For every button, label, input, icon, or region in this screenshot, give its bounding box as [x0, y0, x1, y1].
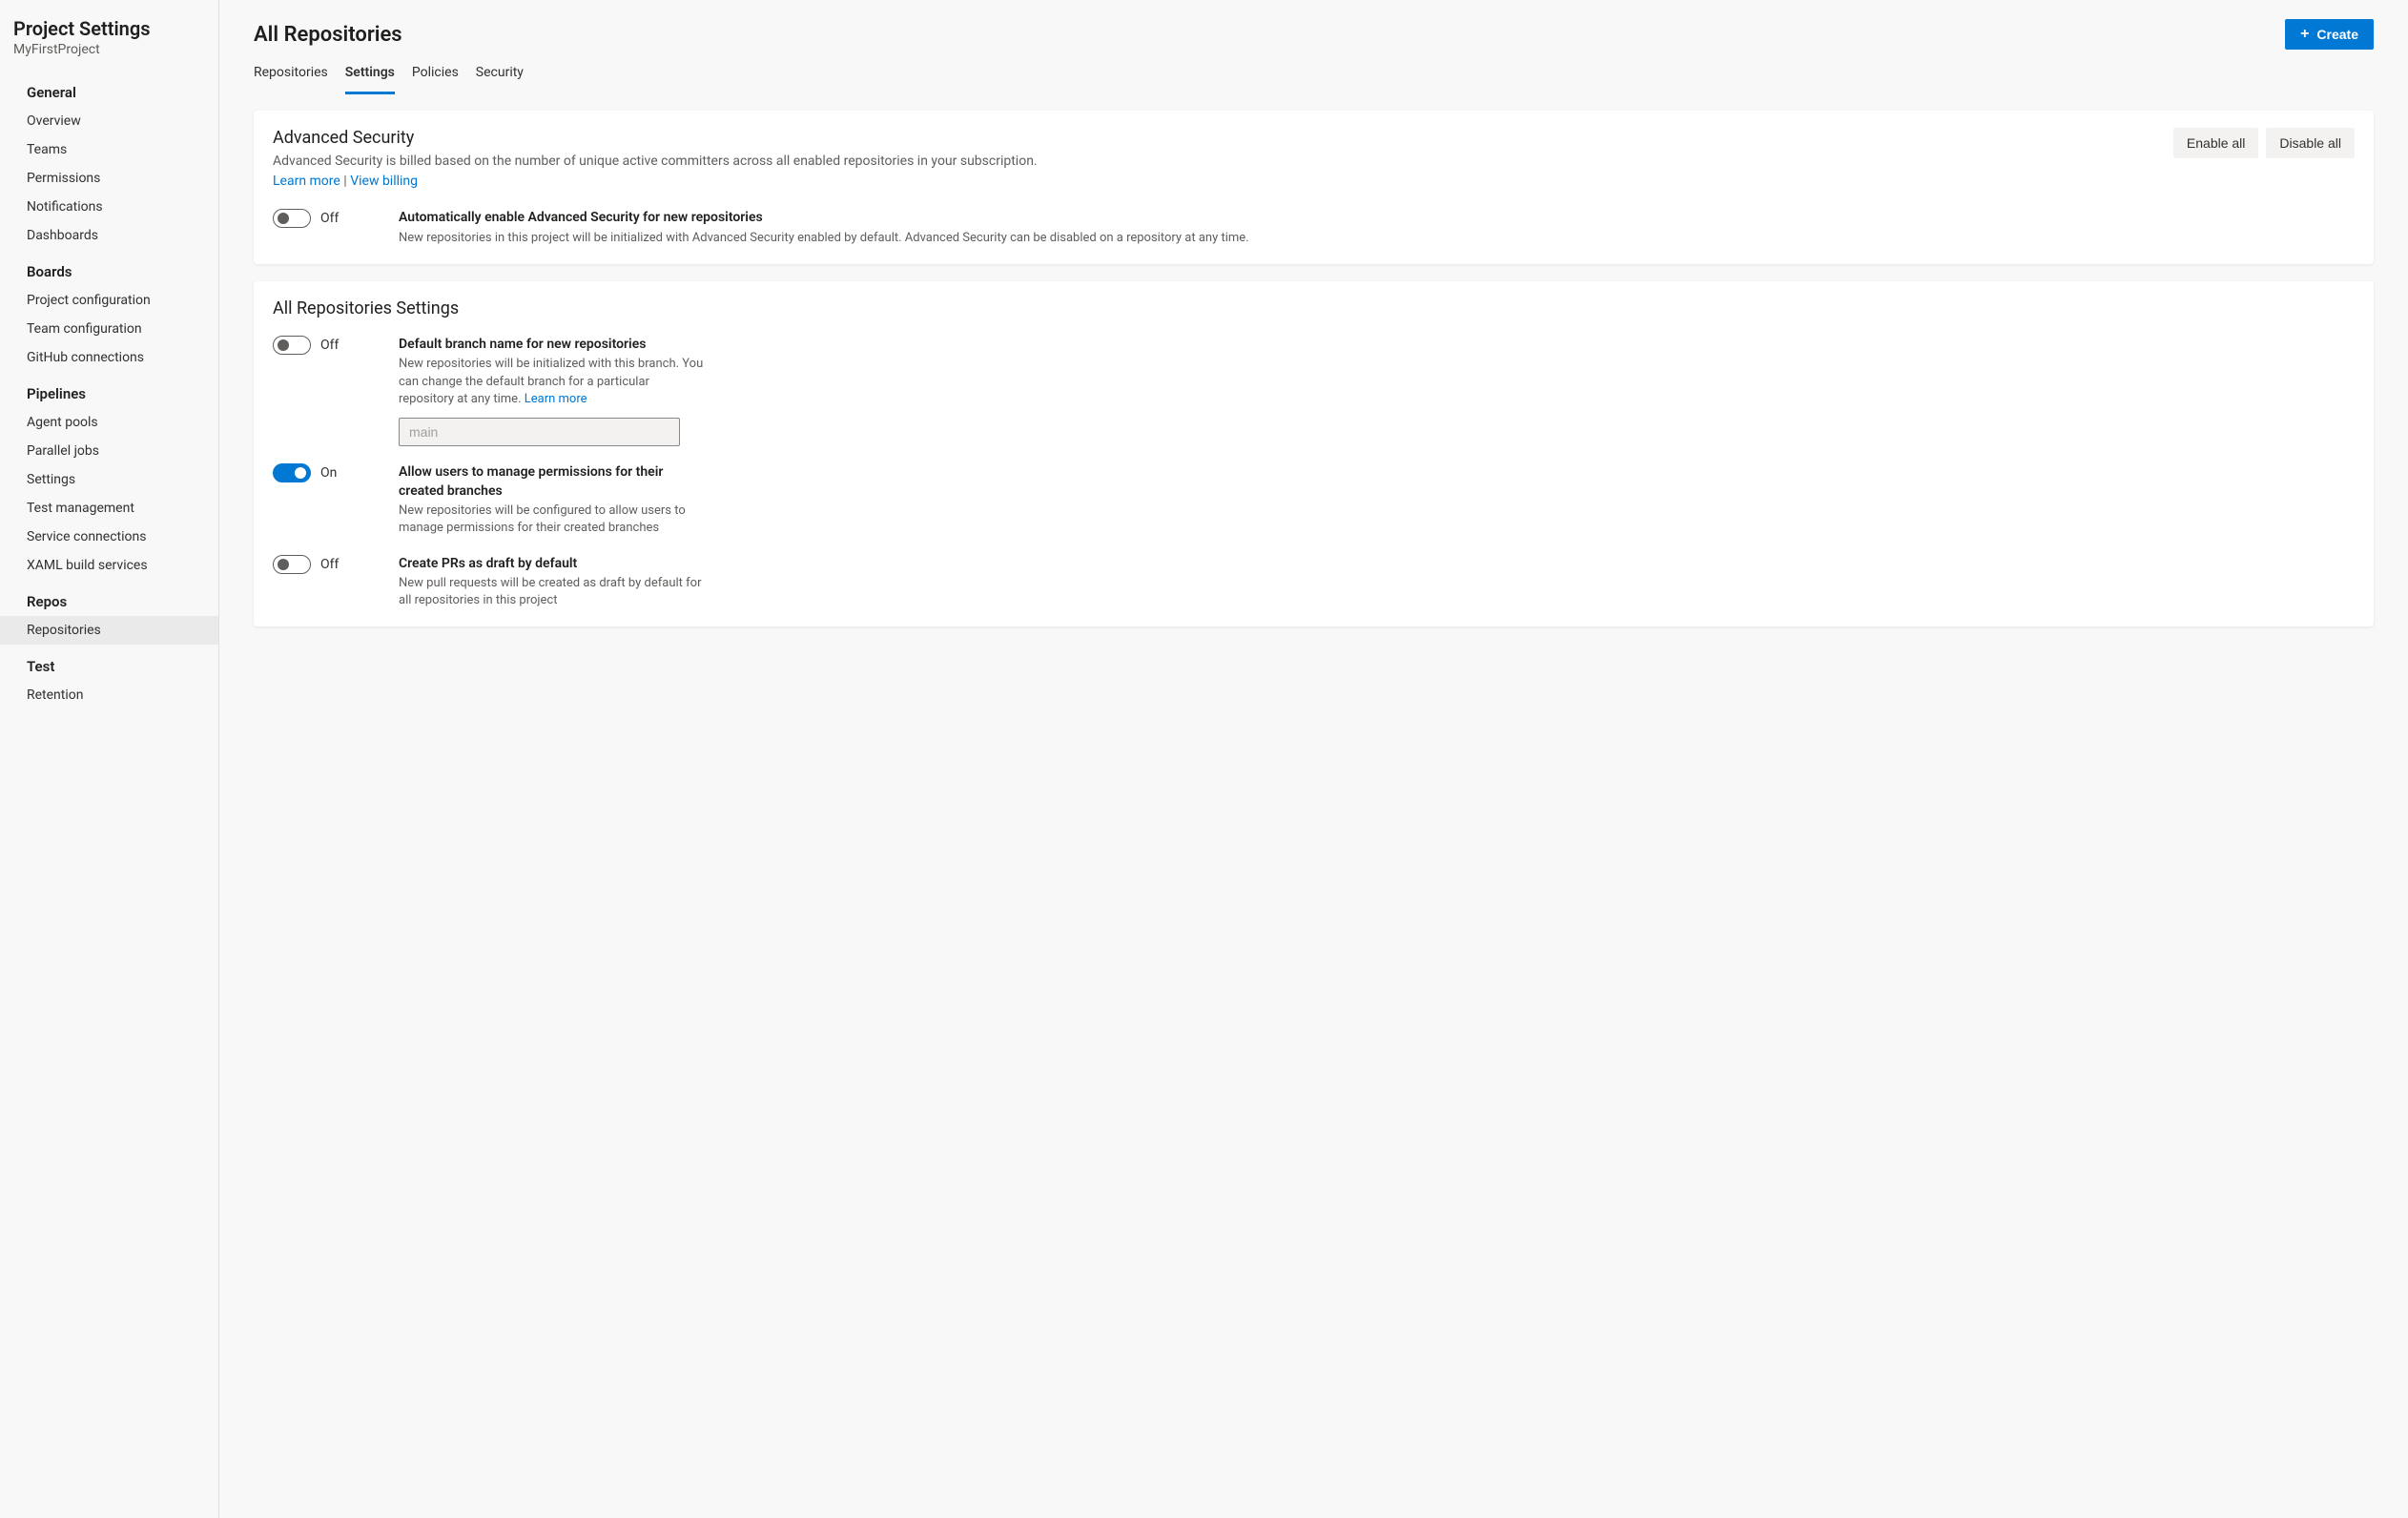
page-title: All Repositories [254, 23, 402, 47]
auto-enable-advanced-security-title: Automatically enable Advanced Security f… [399, 209, 2355, 228]
tab-settings[interactable]: Settings [345, 55, 395, 94]
sidebar-item-agent-pools[interactable]: Agent pools [0, 408, 218, 437]
tab-repositories[interactable]: Repositories [254, 55, 328, 94]
auto-enable-advanced-security-toggle[interactable] [273, 209, 311, 228]
tab-policies[interactable]: Policies [412, 55, 459, 94]
sidebar-item-team-configuration[interactable]: Team configuration [0, 315, 218, 343]
manage-permissions-desc: New repositories will be configured to a… [399, 503, 704, 537]
advanced-security-desc-text: Advanced Security is billed based on the… [273, 154, 1038, 169]
main-content: All Repositories + Create Repositories Se… [219, 0, 2408, 1518]
view-billing-link[interactable]: View billing [350, 174, 418, 189]
tab-security[interactable]: Security [476, 55, 524, 94]
advanced-security-learn-more-link[interactable]: Learn more [273, 174, 340, 189]
sidebar-item-teams[interactable]: Teams [0, 135, 218, 164]
sidebar-header: Project Settings MyFirstProject [0, 17, 218, 71]
sidebar-item-overview[interactable]: Overview [0, 107, 218, 135]
sidebar-item-settings[interactable]: Settings [0, 465, 218, 494]
sidebar-group-title: General [0, 71, 218, 107]
sidebar-item-permissions[interactable]: Permissions [0, 164, 218, 193]
create-button-label: Create [2316, 27, 2358, 42]
default-branch-desc: New repositories will be initialized wit… [399, 356, 704, 408]
default-branch-toggle[interactable] [273, 336, 311, 355]
sidebar-item-github-connections[interactable]: GitHub connections [0, 343, 218, 372]
auto-enable-advanced-security-desc: New repositories in this project will be… [399, 230, 2355, 247]
main-header: All Repositories + Create [254, 19, 2374, 50]
enable-all-button[interactable]: Enable all [2173, 128, 2259, 158]
draft-pr-toggle[interactable] [273, 555, 311, 574]
default-branch-title: Default branch name for new repositories [399, 336, 704, 355]
default-branch-state: Off [320, 338, 339, 353]
tabs: Repositories Settings Policies Security [254, 55, 2374, 95]
default-branch-input[interactable] [399, 418, 680, 446]
disable-all-button[interactable]: Disable all [2266, 128, 2355, 158]
sidebar-item-parallel-jobs[interactable]: Parallel jobs [0, 437, 218, 465]
manage-permissions-toggle[interactable] [273, 463, 311, 482]
sidebar-item-test-management[interactable]: Test management [0, 494, 218, 523]
advanced-security-card: Advanced Security Advanced Security is b… [254, 111, 2374, 264]
advanced-security-header: Advanced Security Advanced Security is b… [273, 128, 2355, 192]
sidebar-item-retention[interactable]: Retention [0, 681, 218, 709]
sidebar-group-title: Test [0, 645, 218, 681]
draft-pr-desc: New pull requests will be created as dra… [399, 575, 704, 609]
sidebar-title: Project Settings [13, 17, 205, 40]
draft-pr-state: Off [320, 557, 339, 572]
advanced-security-desc: Advanced Security is billed based on the… [273, 152, 2154, 192]
sidebar-group-title: Boards [0, 250, 218, 286]
sidebar-item-notifications[interactable]: Notifications [0, 193, 218, 221]
draft-pr-title: Create PRs as draft by default [399, 555, 704, 574]
manage-permissions-title: Allow users to manage permissions for th… [399, 463, 704, 501]
sidebar: Project Settings MyFirstProject GeneralO… [0, 0, 219, 1518]
all-repositories-settings-card: All Repositories Settings Off Default br… [254, 281, 2374, 627]
sidebar-item-dashboards[interactable]: Dashboards [0, 221, 218, 250]
sidebar-item-xaml-build-services[interactable]: XAML build services [0, 551, 218, 580]
create-button[interactable]: + Create [2285, 19, 2374, 50]
auto-enable-advanced-security-row: Off Automatically enable Advanced Securi… [273, 209, 2355, 247]
default-branch-row: Off Default branch name for new reposito… [273, 336, 2355, 446]
manage-permissions-state: On [320, 465, 337, 481]
advanced-security-title: Advanced Security [273, 128, 2154, 148]
auto-enable-advanced-security-state: Off [320, 211, 339, 226]
plus-icon: + [2300, 27, 2309, 42]
all-repositories-settings-title: All Repositories Settings [273, 298, 2355, 318]
sidebar-item-repositories[interactable]: Repositories [0, 616, 218, 645]
sidebar-item-service-connections[interactable]: Service connections [0, 523, 218, 551]
draft-pr-row: Off Create PRs as draft by default New p… [273, 555, 2355, 610]
separator: | [340, 174, 350, 189]
manage-permissions-row: On Allow users to manage permissions for… [273, 463, 2355, 538]
default-branch-learn-more-link[interactable]: Learn more [525, 392, 587, 406]
sidebar-group-title: Pipelines [0, 372, 218, 408]
sidebar-item-project-configuration[interactable]: Project configuration [0, 286, 218, 315]
sidebar-subtitle[interactable]: MyFirstProject [13, 42, 205, 57]
sidebar-group-title: Repos [0, 580, 218, 616]
